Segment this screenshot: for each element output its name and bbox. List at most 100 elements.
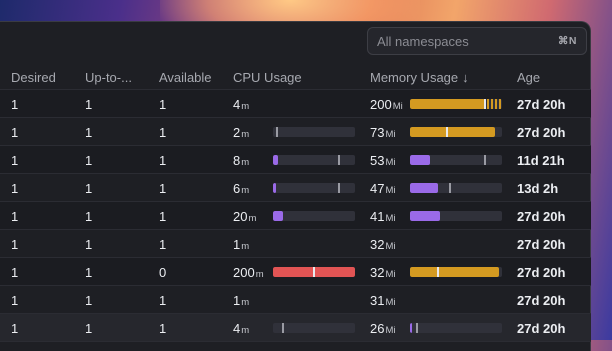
desired-count: 1: [11, 97, 19, 112]
table-row[interactable]: 1 1 1 4m 200Mi 27d 20h: [0, 90, 591, 118]
memory-usage-unit: Mi: [385, 157, 396, 168]
desired-count: 1: [11, 321, 19, 336]
cpu-usage-unit: m: [241, 325, 250, 336]
cpu-usage-number: 8: [233, 153, 241, 168]
memory-usage-bar: [410, 267, 502, 277]
cpu-usage-number: 6: [233, 181, 241, 196]
table-row[interactable]: 1 1 1 1m 31Mi 27d 20h: [0, 286, 591, 314]
memory-usage-number: 31: [370, 293, 385, 308]
available-count: 1: [159, 153, 167, 168]
up-to-date-count: 1: [85, 321, 93, 336]
cpu-usage-unit: m: [241, 241, 250, 252]
cpu-usage-unit: m: [241, 185, 250, 196]
cpu-usage-number: 4: [233, 321, 241, 336]
memory-usage-unit: Mi: [385, 325, 396, 336]
cpu-usage-bar: [273, 211, 355, 221]
up-to-date-count: 1: [85, 209, 93, 224]
usage-overflow-stripes: [487, 99, 502, 109]
memory-usage-number: 200: [370, 97, 392, 112]
deployments-table: Desired Up-to-... Available CPU Usage Me…: [0, 65, 591, 342]
up-to-date-count: 1: [85, 125, 93, 140]
up-to-date-count: 1: [85, 181, 93, 196]
available-count: 0: [159, 265, 167, 280]
column-header-up-to-date[interactable]: Up-to-...: [85, 70, 132, 85]
usage-limit-marker: [436, 267, 439, 277]
up-to-date-count: 1: [85, 97, 93, 112]
table-row[interactable]: 1 1 1 1m 32Mi 27d 20h: [0, 230, 591, 258]
table-row[interactable]: 1 1 1 20m 41Mi 27d 20h: [0, 202, 591, 230]
cpu-usage-bar: [273, 183, 355, 193]
memory-usage-bar: [410, 99, 502, 109]
memory-usage-unit: Mi: [385, 241, 396, 252]
desired-count: 1: [11, 293, 19, 308]
table-row[interactable]: 1 1 0 200m 32Mi 27d 20h: [0, 258, 591, 286]
cpu-usage-value: 1m: [233, 293, 249, 308]
cpu-usage-number: 4: [233, 97, 241, 112]
cpu-usage-number: 20: [233, 209, 248, 224]
usage-bar-fill: [410, 323, 412, 333]
cpu-usage-number: 1: [233, 237, 241, 252]
namespace-select-placeholder: All namespaces: [377, 33, 469, 49]
cpu-usage-value: 200m: [233, 265, 264, 280]
memory-usage-bar: [410, 211, 502, 221]
available-count: 1: [159, 237, 167, 252]
cpu-usage-unit: m: [241, 101, 250, 112]
age-value: 27d 20h: [517, 97, 566, 112]
column-header-desired[interactable]: Desired: [11, 70, 56, 85]
desired-count: 1: [11, 209, 19, 224]
cpu-usage-bar: [273, 323, 355, 333]
usage-bar-fill: [410, 267, 500, 277]
memory-usage-number: 26: [370, 321, 385, 336]
column-header-memory-usage-label: Memory Usage: [370, 70, 459, 85]
table-row[interactable]: 1 1 1 6m 47Mi 13d 2h: [0, 174, 591, 202]
available-count: 1: [159, 293, 167, 308]
up-to-date-count: 1: [85, 237, 93, 252]
column-header-memory-usage[interactable]: Memory Usage ↓: [370, 70, 469, 85]
memory-usage-value: 200Mi: [370, 97, 403, 112]
usage-bar-fill: [410, 211, 441, 221]
column-header-available[interactable]: Available: [159, 70, 212, 85]
memory-usage-bar: [410, 155, 502, 165]
cpu-usage-number: 2: [233, 125, 241, 140]
desired-count: 1: [11, 125, 19, 140]
up-to-date-count: 1: [85, 265, 93, 280]
age-value: 27d 20h: [517, 321, 566, 336]
cpu-usage-value: 8m: [233, 153, 249, 168]
age-value: 27d 20h: [517, 237, 566, 252]
memory-usage-value: 32Mi: [370, 237, 396, 252]
namespace-select[interactable]: All namespaces ⌘N: [367, 27, 587, 55]
usage-bar-fill: [273, 183, 277, 193]
memory-usage-value: 41Mi: [370, 209, 396, 224]
usage-limit-marker: [445, 127, 448, 137]
desired-count: 1: [11, 153, 19, 168]
usage-limit-marker: [281, 323, 284, 333]
memory-usage-number: 41: [370, 209, 385, 224]
column-header-cpu-usage[interactable]: CPU Usage: [233, 70, 302, 85]
available-count: 1: [159, 125, 167, 140]
desired-count: 1: [11, 265, 19, 280]
cpu-usage-unit: m: [241, 129, 250, 140]
table-row[interactable]: 1 1 1 4m 26Mi 27d 20h: [0, 314, 591, 342]
memory-usage-number: 73: [370, 125, 385, 140]
cpu-usage-value: 1m: [233, 237, 249, 252]
available-count: 1: [159, 97, 167, 112]
usage-limit-marker: [484, 99, 487, 109]
memory-usage-unit: Mi: [385, 269, 396, 280]
memory-usage-number: 32: [370, 237, 385, 252]
usage-bar-fill: [410, 183, 438, 193]
age-value: 27d 20h: [517, 293, 566, 308]
memory-usage-unit: Mi: [385, 213, 396, 224]
memory-usage-value: 32Mi: [370, 265, 396, 280]
age-value: 13d 2h: [517, 181, 559, 196]
table-row[interactable]: 1 1 1 8m 53Mi 11d 21h: [0, 146, 591, 174]
cpu-usage-value: 20m: [233, 209, 256, 224]
memory-usage-number: 47: [370, 181, 385, 196]
memory-usage-value: 31Mi: [370, 293, 396, 308]
memory-usage-value: 26Mi: [370, 321, 396, 336]
column-header-age[interactable]: Age: [517, 70, 540, 85]
usage-bar-fill: [410, 99, 486, 109]
memory-usage-bar: [410, 183, 502, 193]
cpu-usage-value: 6m: [233, 181, 249, 196]
usage-limit-marker: [337, 183, 340, 193]
table-row[interactable]: 1 1 1 2m 73Mi 27d 20h: [0, 118, 591, 146]
